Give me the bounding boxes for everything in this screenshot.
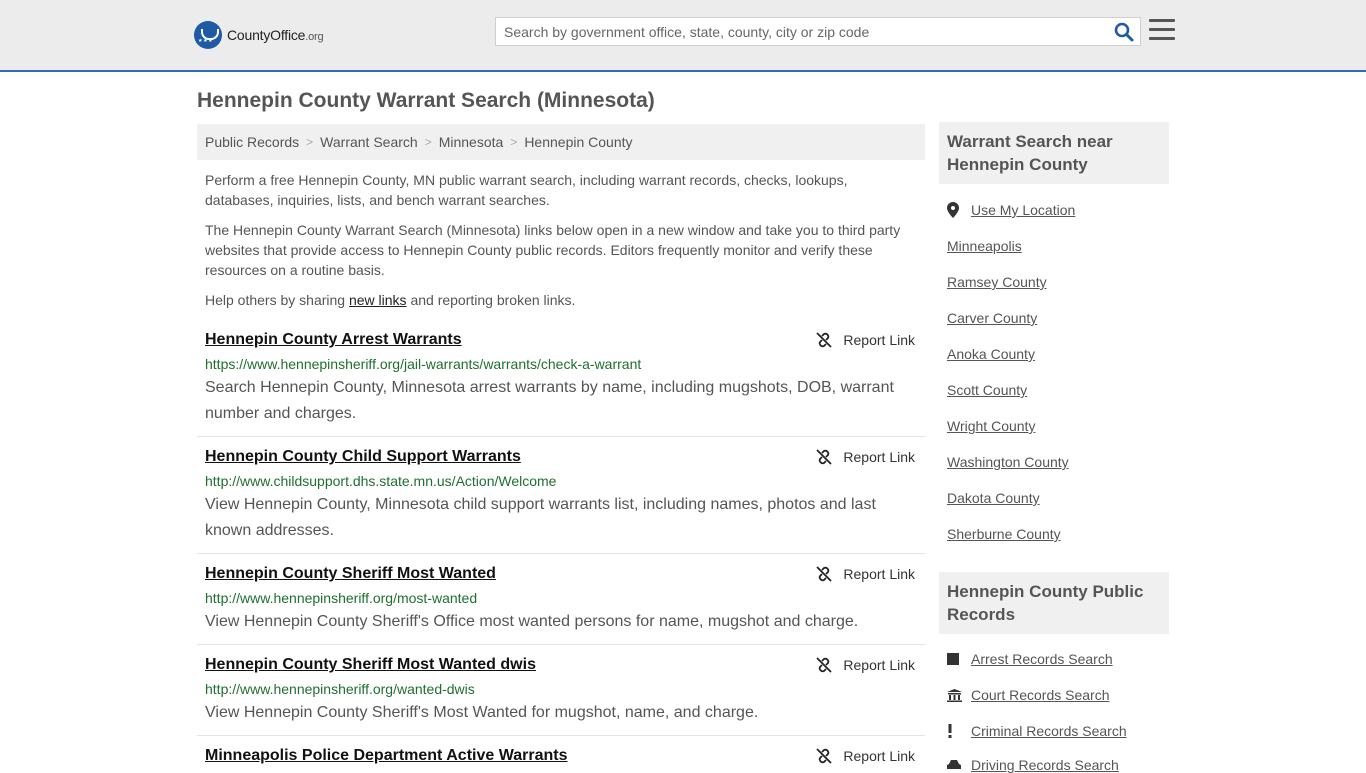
nearby-link-dakota-county[interactable]: Dakota County: [947, 490, 1040, 506]
disclaimer-paragraph: The Hennepin County Warrant Search (Minn…: [205, 222, 901, 278]
site-header: CountyOffice.org: [0, 0, 1366, 72]
exclamation-icon: [947, 724, 971, 738]
page-title: Hennepin County Warrant Search (Minnesot…: [197, 89, 655, 112]
breadcrumb-warrant-search[interactable]: Warrant Search: [320, 134, 418, 150]
result-description: View Hennepin County Sheriff's Office mo…: [205, 613, 859, 630]
nearby-link-minneapolis[interactable]: Minneapolis: [947, 238, 1022, 254]
map-pin-icon: [947, 202, 971, 218]
breadcrumb-separator-icon: >: [510, 135, 518, 149]
nearby-link-washington-county[interactable]: Washington County: [947, 454, 1069, 470]
result-url: http://www.childsupport.dhs.state.mn.us/…: [205, 473, 557, 489]
result-description: View Hennepin County, Minnesota child su…: [205, 496, 876, 539]
result-item: Minneapolis Police Department Active War…: [197, 747, 925, 768]
nearby-link-sherburne-county[interactable]: Sherburne County: [947, 526, 1061, 542]
car-icon: [947, 759, 971, 771]
result-title-link[interactable]: Hennepin County Child Support Warrants: [205, 448, 521, 466]
share-links-paragraph: Help others by sharing new links and rep…: [205, 292, 576, 308]
report-link-button[interactable]: Report Link: [816, 449, 915, 465]
logo-text-suffix: .org: [305, 31, 324, 43]
result-url: https://www.hennepinsheriff.org/jail-war…: [205, 356, 642, 372]
breadcrumb-public-records[interactable]: Public Records: [205, 134, 299, 150]
site-logo[interactable]: CountyOffice.org: [194, 21, 324, 49]
breadcrumb-separator-icon: >: [306, 135, 314, 149]
search-icon[interactable]: [1114, 22, 1134, 42]
result-item: Hennepin County Child Support Warrants R…: [197, 448, 925, 554]
logo-text-main: CountyOffice: [227, 27, 306, 43]
breadcrumb-separator-icon: >: [424, 135, 432, 149]
result-title-link[interactable]: Hennepin County Sheriff Most Wanted: [205, 565, 496, 583]
nearby-link-wright-county[interactable]: Wright County: [947, 418, 1035, 434]
square-icon: [947, 653, 971, 665]
breadcrumb: Public Records > Warrant Search > Minnes…: [197, 124, 925, 160]
broken-link-icon: [816, 657, 833, 673]
result-item: Hennepin County Sheriff Most Wanted Repo…: [197, 565, 925, 645]
nearby-link-carver-county[interactable]: Carver County: [947, 310, 1037, 326]
arrest-records-search-link[interactable]: Arrest Records Search: [947, 651, 1113, 667]
report-link-button[interactable]: Report Link: [816, 332, 915, 348]
result-item: Hennepin County Sheriff Most Wanted dwis…: [197, 656, 925, 736]
nearby-link-ramsey-county[interactable]: Ramsey County: [947, 274, 1047, 290]
report-link-button[interactable]: Report Link: [816, 657, 915, 673]
result-description: View Hennepin County Sheriff's Most Want…: [205, 704, 759, 721]
public-records-heading: Hennepin County Public Records: [939, 572, 1169, 634]
courthouse-icon: [947, 688, 971, 702]
report-link-button[interactable]: Report Link: [816, 748, 915, 764]
result-title-link[interactable]: Hennepin County Arrest Warrants: [205, 331, 462, 349]
eagle-seal-icon: [194, 21, 222, 49]
use-my-location-link[interactable]: Use My Location: [947, 202, 1075, 218]
search-box: [495, 17, 1141, 46]
search-input[interactable]: [496, 18, 1106, 45]
new-links-link[interactable]: new links: [349, 292, 407, 308]
result-title-link[interactable]: Minneapolis Police Department Active War…: [205, 747, 567, 765]
broken-link-icon: [816, 332, 833, 348]
broken-link-icon: [816, 449, 833, 465]
driving-records-search-link[interactable]: Driving Records Search: [947, 757, 1119, 773]
intro-paragraph: Perform a free Hennepin County, MN publi…: [205, 172, 848, 208]
hamburger-menu-icon[interactable]: [1149, 19, 1175, 41]
breadcrumb-hennepin-county[interactable]: Hennepin County: [524, 134, 632, 150]
nearby-heading: Warrant Search near Hennepin County: [939, 122, 1169, 184]
criminal-records-search-link[interactable]: Criminal Records Search: [947, 723, 1127, 739]
court-records-search-link[interactable]: Court Records Search: [947, 687, 1110, 703]
result-description: Search Hennepin County, Minnesota arrest…: [205, 379, 894, 422]
result-url: http://www.hennepinsheriff.org/most-want…: [205, 590, 478, 606]
result-item: Hennepin County Arrest Warrants Report L…: [197, 331, 925, 437]
breadcrumb-minnesota[interactable]: Minnesota: [439, 134, 504, 150]
broken-link-icon: [816, 566, 833, 582]
broken-link-icon: [816, 748, 833, 764]
report-link-button[interactable]: Report Link: [816, 566, 915, 582]
result-url: http://www.hennepinsheriff.org/wanted-dw…: [205, 681, 475, 697]
result-title-link[interactable]: Hennepin County Sheriff Most Wanted dwis: [205, 656, 536, 674]
nearby-link-scott-county[interactable]: Scott County: [947, 382, 1027, 398]
nearby-link-anoka-county[interactable]: Anoka County: [947, 346, 1035, 362]
